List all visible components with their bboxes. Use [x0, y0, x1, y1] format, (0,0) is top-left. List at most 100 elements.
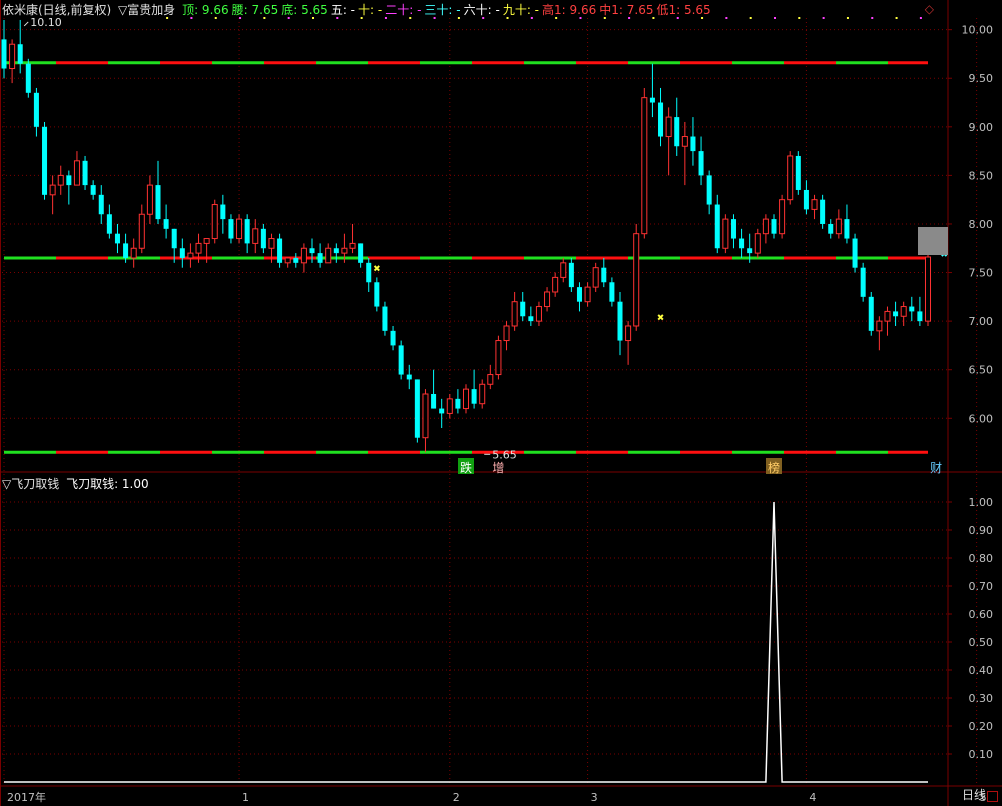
panel-close-icon[interactable]	[987, 791, 998, 802]
candle-body	[471, 389, 477, 404]
indicator-value-item: 中1: 7.65	[599, 3, 654, 17]
candle-body	[730, 219, 736, 239]
candle-body	[422, 393, 429, 439]
candle-body	[535, 306, 542, 322]
indicator-tick-label: 0.60	[969, 608, 994, 621]
indicator-tick-label: 0.50	[969, 636, 994, 649]
candle-body	[309, 248, 315, 254]
candle-body	[835, 218, 842, 235]
price-tick-label: 6.50	[969, 364, 994, 377]
candle-body	[414, 379, 420, 438]
top-dot-marker	[895, 17, 898, 19]
low-price-label: 5.65	[492, 448, 517, 461]
candle-body	[762, 218, 769, 235]
candle-body	[754, 233, 761, 254]
indicator-value-item: 高1: 9.66	[542, 3, 597, 17]
price-tick-label: 7.00	[969, 315, 994, 328]
candle-body	[220, 204, 226, 220]
candle-body	[90, 185, 96, 195]
candle-body	[795, 155, 801, 190]
candle-body	[9, 43, 16, 70]
indicator-value-item: 腰: 7.65	[231, 3, 279, 17]
candle-body	[544, 291, 551, 308]
signal-badge: 榜	[768, 460, 780, 475]
top-dot-marker	[774, 17, 776, 19]
candle-body	[17, 44, 23, 64]
candle-body	[66, 175, 72, 186]
candle-body	[228, 219, 234, 239]
sub-indicator-name[interactable]: ▽飞刀取钱	[2, 477, 59, 491]
candle-body	[592, 267, 599, 288]
signal-badge: 财	[930, 461, 942, 475]
top-dot-marker	[919, 17, 922, 19]
candle-body	[779, 199, 786, 235]
last-price-box	[918, 227, 948, 256]
candle-body	[479, 383, 486, 405]
candle-body	[681, 136, 688, 147]
candle-body	[293, 257, 299, 263]
candle-body	[924, 256, 932, 322]
candle-body	[511, 301, 518, 327]
candle-body	[211, 204, 218, 240]
time-tick-label: 3	[591, 791, 598, 804]
indicator-values: 顶: 9.66 腰: 7.65 底: 5.65 五: - 十: - 二十: - 三十: -六…	[182, 3, 714, 17]
candle-body	[909, 306, 915, 312]
price-tick-label: 8.50	[969, 169, 994, 182]
candle-body	[552, 276, 559, 293]
candle-body	[33, 92, 39, 127]
candle-body	[146, 184, 153, 215]
candle-body	[203, 238, 210, 244]
candle-body	[584, 286, 591, 303]
top-dot-marker	[798, 17, 801, 19]
indicator-value-item: 五: -	[330, 3, 356, 17]
candle-body	[284, 257, 291, 264]
candle-body	[868, 296, 874, 331]
candle-body	[828, 223, 834, 234]
candle-body	[374, 282, 380, 307]
candle-body	[431, 393, 437, 409]
candle-body	[57, 174, 64, 186]
indicator-tick-label: 1.00	[969, 496, 994, 509]
candle-body	[852, 238, 858, 268]
indicator-tick-label: 0.70	[969, 580, 994, 593]
candle-body	[244, 219, 250, 244]
time-tick-label: 2017年	[7, 790, 46, 804]
indicator-tick-label: 0.40	[969, 664, 994, 677]
candle-body	[446, 398, 453, 414]
time-tick-label: 1	[242, 791, 249, 804]
candle-body	[1, 39, 7, 69]
top-dot-marker	[725, 17, 728, 19]
high-pointer	[23, 21, 29, 27]
candle-body	[787, 155, 794, 201]
top-dot-marker	[871, 17, 874, 19]
diamond-icon[interactable]: ◇	[925, 2, 934, 16]
signal-badge: 跌	[460, 460, 472, 475]
candle-body	[349, 242, 356, 249]
price-tick-label: 9.00	[969, 121, 994, 134]
candle-body	[366, 262, 372, 283]
candle-body	[520, 301, 526, 317]
candle-body	[893, 311, 899, 317]
candle-body	[503, 325, 510, 342]
candle-body	[803, 189, 809, 210]
candle-body	[820, 199, 826, 224]
indicator-value-item: 六十: -	[463, 3, 500, 17]
candle-body	[300, 247, 307, 264]
candle-body	[617, 301, 623, 341]
candle-body	[49, 184, 56, 196]
price-tick-label: 7.50	[969, 267, 994, 280]
sub-chart-header: ▽飞刀取钱 飞刀取钱: 1.00	[2, 476, 152, 492]
candle-body	[690, 136, 696, 152]
candle-body	[917, 311, 923, 322]
signal-badge: 增	[492, 461, 504, 475]
candle-body	[179, 248, 185, 258]
candle-body	[649, 97, 655, 103]
candle-body	[398, 345, 404, 375]
candle-body	[771, 219, 777, 234]
indicator-name[interactable]: ▽富贵加身	[118, 3, 175, 17]
indicator-value-item: 三十: -	[424, 3, 461, 17]
candle-body	[844, 219, 850, 239]
candle-body	[260, 228, 266, 249]
timeframe-label[interactable]: 日线	[962, 786, 986, 803]
candle-body	[98, 194, 104, 215]
